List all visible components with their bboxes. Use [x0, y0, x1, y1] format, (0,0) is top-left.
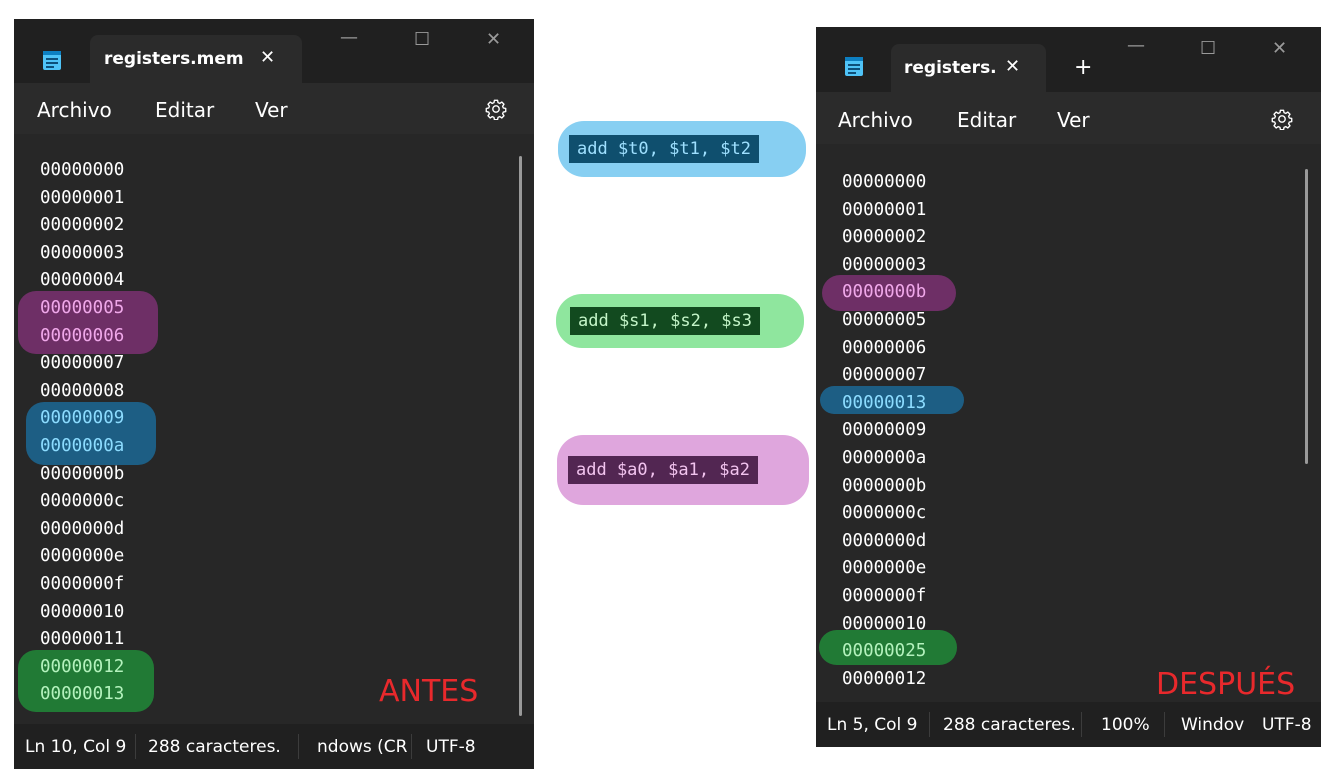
notepad-window-after: registers. ✕ + — ☐ ✕ Archivo Editar Ver …	[816, 27, 1321, 747]
notepad-window-before: registers.mem ✕ — ☐ ✕ Archivo Editar Ver…	[14, 19, 534, 769]
status-bar: Ln 10, Col 9 288 caracteres. ndows (CR U…	[14, 724, 534, 769]
text-line: 00000012	[842, 668, 927, 689]
text-line: 00000003	[40, 242, 125, 263]
settings-gear-icon[interactable]	[1271, 108, 1293, 130]
text-editor-area[interactable]: 00000000 00000001 00000002 00000003 0000…	[816, 144, 1321, 702]
text-line: 0000000a	[842, 447, 927, 468]
zoom-level: 100%	[1101, 714, 1150, 735]
status-divider	[411, 734, 412, 759]
menu-editar[interactable]: Editar	[957, 108, 1016, 132]
text-line: 00000009	[40, 408, 125, 429]
notepad-app-icon	[845, 57, 863, 76]
cursor-position: Ln 10, Col 9	[25, 736, 127, 757]
text-editor-area[interactable]: 00000000 00000001 00000002 00000003 0000…	[14, 134, 534, 724]
tab-label: registers.mem	[104, 49, 244, 69]
status-bar: Ln 5, Col 9 288 caracteres. 100% Windov …	[816, 702, 1321, 747]
text-line: 00000010	[842, 613, 927, 634]
encoding: UTF-8	[426, 736, 476, 757]
char-count: 288 caracteres.	[943, 714, 1076, 735]
status-divider	[1081, 712, 1082, 737]
text-line: 00000000	[842, 172, 927, 192]
instruction-add-a0: add $a0, $a1, $a2	[568, 456, 758, 484]
close-window-icon[interactable]: ✕	[1272, 38, 1287, 59]
text-line: 00000013	[40, 684, 125, 705]
text-line: 00000003	[842, 254, 927, 275]
text-line: 00000009	[842, 420, 927, 441]
text-line: 00000000	[40, 160, 125, 180]
before-label: ANTES	[379, 674, 479, 709]
tab-label: registers.	[904, 58, 997, 78]
text-line: 00000007	[40, 353, 125, 374]
close-window-icon[interactable]: ✕	[486, 29, 501, 50]
status-divider	[298, 734, 299, 759]
maximize-icon[interactable]: ☐	[1200, 38, 1216, 59]
vertical-scrollbar[interactable]	[519, 156, 522, 716]
menu-editar[interactable]: Editar	[155, 98, 214, 122]
text-line: 00000002	[40, 215, 125, 236]
new-tab-icon[interactable]: +	[1074, 55, 1092, 80]
tab-registers[interactable]: registers. ✕	[891, 44, 1046, 92]
instruction-add-t0: add $t0, $t1, $t2	[569, 135, 759, 163]
char-count: 288 caracteres.	[148, 736, 281, 757]
text-line: 0000000a	[40, 435, 125, 456]
maximize-icon[interactable]: ☐	[414, 29, 430, 50]
settings-gear-icon[interactable]	[485, 98, 507, 120]
text-line: 00000005	[842, 309, 927, 330]
text-line: 00000006	[40, 325, 125, 346]
text-line: 00000012	[40, 656, 125, 677]
text-line: 0000000f	[842, 585, 927, 606]
text-line: 00000008	[40, 380, 125, 401]
text-line: 0000000e	[842, 558, 927, 579]
text-line: 00000011	[40, 629, 125, 650]
menu-ver[interactable]: Ver	[1057, 108, 1090, 132]
after-label: DESPUÉS	[1156, 667, 1296, 702]
instruction-add-s1: add $s1, $s2, $s3	[570, 307, 760, 335]
text-line: 00000007	[842, 365, 927, 386]
title-bar: registers.mem ✕ — ☐ ✕	[14, 19, 534, 83]
menu-ver[interactable]: Ver	[255, 98, 288, 122]
text-line: 0000000d	[842, 530, 927, 551]
text-line: 00000002	[842, 227, 927, 248]
menu-bar: Archivo Editar Ver	[14, 83, 534, 134]
minimize-icon[interactable]: —	[340, 27, 358, 48]
minimize-icon[interactable]: —	[1127, 35, 1145, 56]
menu-bar: Archivo Editar Ver	[816, 92, 1321, 144]
line-ending: Windov	[1181, 714, 1245, 735]
line-ending: ndows (CR	[317, 736, 408, 757]
line-list: 00000000 00000001 00000002 00000003 0000…	[40, 157, 124, 709]
text-line: 0000000b	[842, 282, 927, 303]
text-line: 00000004	[40, 270, 125, 291]
notepad-app-icon	[43, 51, 61, 70]
text-line: 0000000b	[40, 463, 125, 484]
status-divider	[135, 734, 136, 759]
close-tab-icon[interactable]: ✕	[260, 47, 275, 68]
text-line: 0000000f	[40, 573, 125, 594]
text-line: 00000013	[842, 392, 927, 413]
text-line: 0000000d	[40, 518, 125, 539]
text-line: 00000001	[40, 187, 125, 208]
close-tab-icon[interactable]: ✕	[1005, 56, 1020, 77]
text-line: 00000005	[40, 297, 125, 318]
status-divider	[1164, 712, 1165, 737]
menu-archivo[interactable]: Archivo	[838, 108, 913, 132]
text-line: 0000000c	[842, 503, 927, 524]
text-line: 0000000c	[40, 491, 125, 512]
title-bar: registers. ✕ + — ☐ ✕	[816, 27, 1321, 92]
status-divider	[929, 712, 930, 737]
text-line: 0000000e	[40, 546, 125, 567]
tab-registers-mem[interactable]: registers.mem ✕	[90, 35, 302, 83]
text-line: 00000010	[40, 601, 125, 622]
line-list: 00000000 00000001 00000002 00000003 0000…	[842, 169, 926, 693]
text-line: 0000000b	[842, 475, 927, 496]
menu-archivo[interactable]: Archivo	[37, 98, 112, 122]
vertical-scrollbar[interactable]	[1305, 169, 1308, 464]
text-line: 00000001	[842, 199, 927, 220]
cursor-position: Ln 5, Col 9	[827, 714, 918, 735]
text-line: 00000025	[842, 641, 927, 662]
text-line: 00000006	[842, 337, 927, 358]
encoding: UTF-8	[1262, 714, 1312, 735]
